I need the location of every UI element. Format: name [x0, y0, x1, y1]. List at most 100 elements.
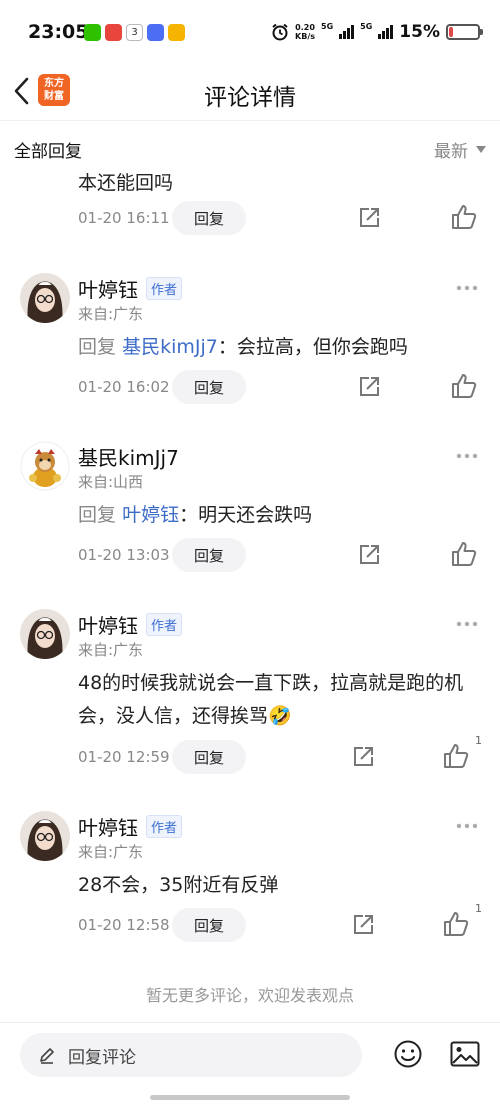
network-speed-unit: KB/s — [295, 32, 316, 41]
reply-button[interactable]: 回复 — [172, 201, 246, 235]
chat-app-icon — [147, 24, 164, 41]
sort-bar: 全部回复 最新 — [0, 120, 500, 170]
user-avatar-image — [20, 273, 70, 323]
author-badge: 作者 — [146, 815, 183, 838]
comment-meta-row: 01-20 13:03 回复 — [78, 538, 478, 572]
comment-content: 回复 基民kimJj7：会拉高，但你会跑吗 — [78, 331, 476, 364]
comment-time: 01-20 13:03 — [78, 546, 170, 564]
comment-content: 48的时候我就说会一直下跌，拉高就是跑的机会，没人信，还得挨骂🤣 — [78, 672, 464, 727]
home-indicator[interactable] — [150, 1095, 350, 1100]
network-speed: 0.20 KB/s — [295, 23, 315, 41]
user-name[interactable]: 叶婷钰 — [78, 812, 138, 841]
wechat-icon — [84, 24, 101, 41]
author-badge: 作者 — [146, 277, 183, 300]
comment-meta-row: 01-20 16:02 回复 — [78, 370, 478, 404]
reply-target-link[interactable]: 叶婷钰 — [122, 504, 179, 526]
comment-item: 叶婷钰 作者 来自:广东 48的时候我就说会一直下跌，拉高就是跑的机会，没人信，… — [0, 604, 500, 774]
avatar[interactable] — [20, 609, 70, 659]
avatar[interactable] — [20, 811, 70, 861]
app-notification-icon — [105, 24, 122, 41]
status-bar: 23:05 3 0.20 KB/s 5G 5G 15% — [0, 0, 500, 66]
wallet-app-icon — [168, 24, 185, 41]
comment-meta-row: 01-20 12:59 回复 1 — [78, 734, 482, 774]
reply-prefix: 回复 — [78, 336, 117, 358]
more-dots-icon[interactable] — [456, 823, 478, 829]
emoji-icon[interactable] — [393, 1039, 423, 1069]
reply-target-link[interactable]: 基民kimJj7 — [122, 336, 218, 358]
signal-label-2: 5G — [360, 21, 373, 31]
comment-content-fragment: 本还能回吗 — [78, 172, 174, 194]
network-speed-value: 0.20 — [295, 23, 315, 32]
comment-meta-row: 01-20 12:58 回复 1 — [78, 902, 482, 942]
more-dots-icon[interactable] — [456, 621, 478, 627]
calendar-icon: 3 — [126, 24, 143, 41]
header: 东方 财富 评论详情 — [0, 66, 500, 118]
comment-meta-row: 01-20 16:11 回复 — [78, 201, 478, 235]
comment-content: 28不会，35附近有反弹 — [78, 874, 279, 896]
name-row: 叶婷钰 作者 — [78, 610, 183, 639]
signal-bars-icon — [378, 25, 394, 39]
reply-prefix: 回复 — [78, 504, 117, 526]
location: 来自:广东 — [78, 305, 144, 323]
share-icon[interactable] — [356, 542, 382, 568]
pencil-icon — [40, 1048, 54, 1064]
more-dots-icon[interactable] — [456, 285, 478, 291]
user-name[interactable]: 叶婷钰 — [78, 274, 138, 303]
bottom-bar: 回复评论 — [0, 1022, 500, 1111]
no-more-comments-text: 暂无更多评论，欢迎发表观点 — [145, 986, 354, 1005]
comment-time: 01-20 16:11 — [78, 209, 170, 227]
location: 来自:广东 — [78, 843, 144, 861]
thumbs-up-icon[interactable] — [450, 203, 478, 231]
reply-button[interactable]: 回复 — [172, 908, 246, 942]
share-icon[interactable] — [350, 912, 376, 938]
comment-list[interactable]: 本还能回吗 01-20 16:11 回复 叶婷钰 作者 来自:广东 回复 基民k… — [0, 170, 500, 1020]
thumbs-up-icon[interactable] — [442, 910, 470, 938]
share-icon[interactable] — [356, 205, 382, 231]
signal-label-1: 5G — [321, 21, 334, 31]
alarm-icon — [272, 23, 288, 41]
comment-item: 叶婷钰 作者 来自:广东 回复 基民kimJj7：会拉高，但你会跑吗 01-20… — [0, 268, 500, 408]
sort-label: 最新 — [434, 142, 468, 162]
avatar[interactable] — [20, 441, 70, 491]
comment-text: ：会拉高，但你会跑吗 — [217, 336, 408, 358]
comment-time: 01-20 12:59 — [78, 748, 170, 766]
signal-bars-icon — [339, 25, 355, 39]
share-icon[interactable] — [350, 744, 376, 770]
thumbs-up-icon[interactable] — [442, 742, 470, 770]
battery-fill — [449, 27, 453, 37]
caret-down-icon — [476, 146, 486, 153]
reply-button[interactable]: 回复 — [172, 370, 246, 404]
thumbs-up-icon[interactable] — [450, 372, 478, 400]
author-badge: 作者 — [146, 613, 183, 636]
page-title: 评论详情 — [204, 85, 296, 111]
name-row: 基民kimJj7 — [78, 442, 179, 471]
location: 来自:山西 — [78, 473, 144, 491]
sort-dropdown[interactable]: 最新 — [434, 137, 486, 162]
user-name[interactable]: 叶婷钰 — [78, 610, 138, 639]
comment-text: ：明天还会跌吗 — [179, 504, 313, 526]
like-count: 1 — [475, 734, 482, 747]
like-count: 1 — [475, 902, 482, 915]
avatar[interactable] — [20, 273, 70, 323]
reply-button[interactable]: 回复 — [172, 538, 246, 572]
comment-content: 回复 叶婷钰：明天还会跌吗 — [78, 499, 476, 532]
thumbs-up-icon[interactable] — [450, 540, 478, 568]
user-avatar-image — [20, 441, 70, 491]
user-avatar-image — [20, 811, 70, 861]
reply-button[interactable]: 回复 — [172, 740, 246, 774]
comment-time: 01-20 16:02 — [78, 378, 170, 396]
name-row: 叶婷钰 作者 — [78, 812, 183, 841]
user-avatar-image — [20, 609, 70, 659]
comment-time: 01-20 12:58 — [78, 916, 170, 934]
status-time: 23:05 — [28, 21, 89, 43]
share-icon[interactable] — [356, 374, 382, 400]
user-name[interactable]: 基民kimJj7 — [78, 442, 179, 471]
name-row: 叶婷钰 作者 — [78, 274, 183, 303]
reply-input-placeholder: 回复评论 — [68, 1047, 136, 1068]
reply-comment-input[interactable]: 回复评论 — [20, 1033, 362, 1077]
location: 来自:广东 — [78, 641, 144, 659]
image-icon[interactable] — [450, 1041, 480, 1067]
battery-percent: 15% — [399, 22, 440, 42]
more-dots-icon[interactable] — [456, 453, 478, 459]
comment-item: 基民kimJj7 来自:山西 回复 叶婷钰：明天还会跌吗 01-20 13:03… — [0, 436, 500, 576]
